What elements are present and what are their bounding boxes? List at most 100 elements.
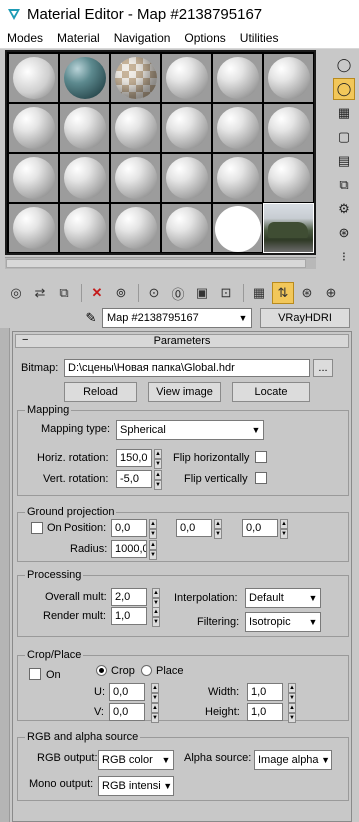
position-y-field[interactable]: 0,0: [176, 519, 212, 537]
crop-radio[interactable]: [96, 665, 107, 676]
material-slot[interactable]: [111, 204, 160, 252]
overall-mult-spinner[interactable]: ▲ ▼: [152, 588, 160, 608]
bitmap-path-field[interactable]: D:\сцены\Новая папка\Global.hdr: [64, 359, 310, 377]
material-slot[interactable]: [9, 104, 58, 152]
make-preview-icon[interactable]: ⧉: [333, 174, 355, 196]
vert-rotation-spinner[interactable]: ▲ ▼: [154, 470, 162, 490]
material-slot[interactable]: [9, 54, 58, 102]
rgb-output-dropdown[interactable]: RGB color ▼: [98, 750, 174, 770]
filtering-dropdown[interactable]: Isotropic ▼: [245, 612, 321, 632]
horiz-rotation-spinner[interactable]: ▲ ▼: [154, 449, 162, 469]
horiz-rotation-field[interactable]: 150,0: [116, 449, 152, 467]
map-type-button[interactable]: VRayHDRI: [260, 308, 350, 328]
menu-material[interactable]: Material: [50, 31, 107, 45]
position-x-field[interactable]: 0,0: [111, 519, 147, 537]
material-slot[interactable]: [162, 154, 211, 202]
put-to-library-icon[interactable]: ⊙: [143, 282, 165, 304]
parameters-panel: − Parameters Bitmap: D:\сцены\Новая папк…: [12, 331, 352, 822]
material-slot[interactable]: [111, 154, 160, 202]
material-slot[interactable]: [213, 104, 262, 152]
slots-scrollbar-thumb[interactable]: [6, 259, 306, 268]
material-slot[interactable]: [264, 54, 313, 102]
mapping-type-dropdown[interactable]: Spherical ▼: [116, 420, 264, 440]
show-shaded-in-viewport-icon[interactable]: ▣: [191, 282, 213, 304]
height-spinner[interactable]: ▲ ▼: [288, 703, 296, 723]
v-spinner[interactable]: ▲ ▼: [151, 703, 159, 723]
show-end-result-icon[interactable]: ⊡: [215, 282, 237, 304]
material-slot[interactable]: [9, 204, 58, 252]
crop-on-checkbox[interactable]: [29, 668, 41, 680]
overall-mult-field[interactable]: 2,0: [111, 588, 147, 606]
vert-rotation-field[interactable]: -5,0: [116, 470, 152, 488]
browse-button[interactable]: ...: [313, 359, 333, 377]
material-slot[interactable]: [9, 154, 58, 202]
u-field[interactable]: 0,0: [109, 683, 145, 701]
map-name-dropdown[interactable]: Map #2138795167 ▼: [102, 308, 252, 328]
go-forward-to-sibling-icon[interactable]: ⊛: [296, 282, 318, 304]
material-slot[interactable]: [60, 54, 109, 102]
select-by-material-icon[interactable]: ⊛: [333, 222, 355, 244]
render-mult-field[interactable]: 1,0: [111, 607, 147, 625]
place-radio[interactable]: [141, 665, 152, 676]
flip-vertically-checkbox[interactable]: [255, 472, 267, 484]
pick-from-object-icon[interactable]: ⊕: [320, 282, 342, 304]
material-slot[interactable]: [263, 203, 314, 253]
make-unique-icon[interactable]: ⊚: [110, 282, 132, 304]
width-field[interactable]: 1,0: [247, 683, 283, 701]
radius-spinner[interactable]: ▲ ▼: [149, 540, 157, 560]
material-id-channel-icon[interactable]: ⓪: [167, 282, 189, 304]
slots-scrollbar[interactable]: [5, 257, 316, 269]
background-checker-icon[interactable]: ▦: [333, 102, 355, 124]
material-map-navigator-icon[interactable]: ⁝: [333, 246, 355, 268]
parameters-rollout-header[interactable]: − Parameters: [15, 334, 349, 348]
material-slot[interactable]: [111, 54, 160, 102]
material-slot[interactable]: [60, 154, 109, 202]
video-color-check-icon[interactable]: ▤: [333, 150, 355, 172]
panel-scroll-strip[interactable]: [0, 328, 10, 822]
position-y-spinner[interactable]: ▲ ▼: [214, 519, 222, 539]
uv-tiling-icon[interactable]: ▢: [333, 126, 355, 148]
material-slot[interactable]: [264, 154, 313, 202]
material-slot[interactable]: [264, 104, 313, 152]
alpha-source-dropdown[interactable]: Image alpha ▼: [254, 750, 332, 770]
mono-output-dropdown[interactable]: RGB intensi ▼: [98, 776, 174, 796]
material-slot[interactable]: [60, 104, 109, 152]
material-slot[interactable]: [162, 104, 211, 152]
position-z-spinner[interactable]: ▲ ▼: [280, 519, 288, 539]
reload-button[interactable]: Reload: [64, 382, 137, 402]
material-slot[interactable]: [111, 104, 160, 152]
view-image-button[interactable]: View image: [148, 382, 221, 402]
ground-on-checkbox[interactable]: [31, 522, 43, 534]
height-field[interactable]: 1,0: [247, 703, 283, 721]
material-slot[interactable]: [213, 54, 262, 102]
position-x-spinner[interactable]: ▲ ▼: [149, 519, 157, 539]
put-to-scene-icon[interactable]: ⇄: [29, 282, 51, 304]
locate-button[interactable]: Locate: [232, 382, 310, 402]
eyedropper-icon[interactable]: ✎: [80, 308, 102, 328]
material-slot[interactable]: [60, 204, 109, 252]
radius-field[interactable]: 1000,0: [111, 540, 147, 558]
reset-map-icon[interactable]: ✕: [86, 282, 108, 304]
render-mult-spinner[interactable]: ▲ ▼: [152, 607, 160, 627]
material-slot[interactable]: [213, 154, 262, 202]
menu-options[interactable]: Options: [177, 31, 232, 45]
go-to-parent-icon[interactable]: ⇅: [272, 282, 294, 304]
options-icon[interactable]: ⚙: [333, 198, 355, 220]
position-z-field[interactable]: 0,0: [242, 519, 278, 537]
menu-navigation[interactable]: Navigation: [107, 31, 178, 45]
checker-map-icon[interactable]: ▦: [248, 282, 270, 304]
material-slot[interactable]: [213, 204, 262, 252]
material-slot[interactable]: [162, 54, 211, 102]
flip-horizontally-checkbox[interactable]: [255, 451, 267, 463]
menu-utilities[interactable]: Utilities: [233, 31, 286, 45]
u-spinner[interactable]: ▲ ▼: [151, 683, 159, 703]
material-slot[interactable]: [162, 204, 211, 252]
backlight-icon[interactable]: ◯: [333, 78, 355, 100]
interpolation-dropdown[interactable]: Default ▼: [245, 588, 321, 608]
v-field[interactable]: 0,0: [109, 703, 145, 721]
get-material-icon[interactable]: ◎: [5, 282, 27, 304]
menu-modes[interactable]: Modes: [0, 31, 50, 45]
sample-type-sphere-icon[interactable]: ◯: [333, 54, 355, 76]
width-spinner[interactable]: ▲ ▼: [288, 683, 296, 703]
assign-to-selection-icon[interactable]: ⧉: [53, 282, 75, 304]
